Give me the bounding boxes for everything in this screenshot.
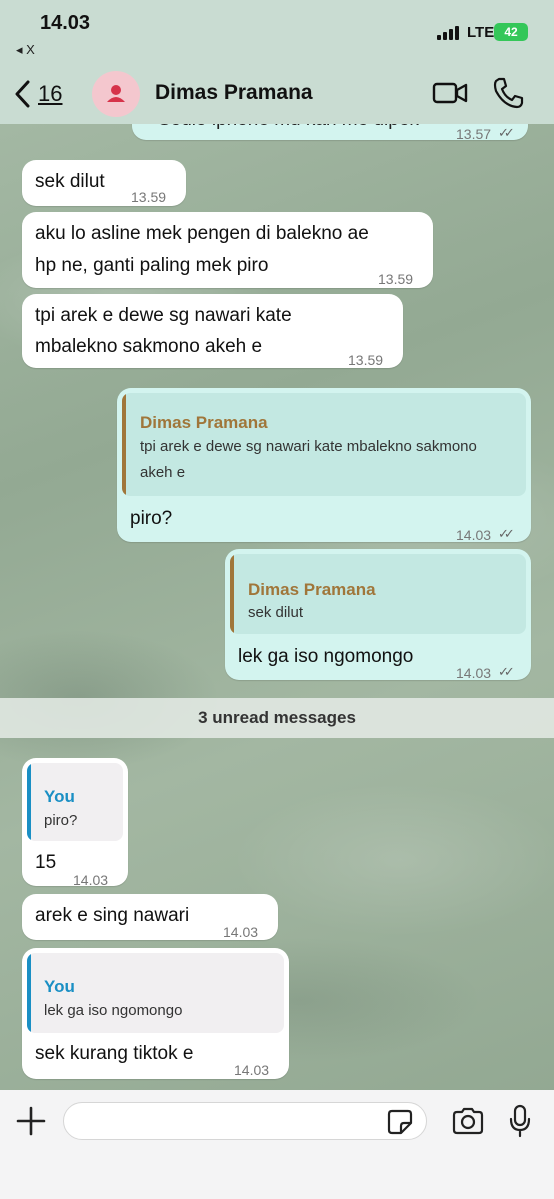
back-chevron-icon: [15, 80, 30, 108]
contact-name[interactable]: Dimas Pramana: [155, 81, 313, 105]
message-bubble-incoming[interactable]: You lek ga iso ngomongo sek kurang tikto…: [22, 948, 289, 1079]
message-time: 14.03: [234, 1062, 270, 1078]
unread-chats-count[interactable]: 16: [38, 81, 62, 107]
message-time: 14.03: [73, 872, 109, 888]
quote-text: akeh e: [140, 464, 186, 481]
message-text: aku lo asline mek pengen di balekno ae: [35, 223, 369, 244]
read-ticks-icon: ✓✓: [498, 526, 515, 541]
message-time: 14.03: [223, 924, 259, 940]
message-text: 15: [35, 852, 57, 873]
quote-text: lek ga iso ngomongo: [44, 1002, 183, 1019]
status-time: 14.03: [40, 12, 91, 34]
message-time: 13.59: [348, 352, 384, 368]
quote-text: tpi arek e dewe sg nawari kate mbalekno …: [140, 438, 477, 455]
message-text: tpi arek e dewe sg nawari kate: [35, 305, 292, 326]
message-bubble-incoming[interactable]: sek dilut 13.59: [22, 160, 186, 206]
message-text: lek ga iso ngomongo: [238, 646, 414, 667]
quoted-message[interactable]: Dimas Pramana tpi arek e dewe sg nawari …: [122, 393, 526, 496]
quoted-message[interactable]: You lek ga iso ngomongo: [27, 953, 284, 1033]
status-bar: 14.03 ◂ X LTE 42: [0, 0, 554, 64]
avatar[interactable]: [92, 71, 140, 117]
message-input[interactable]: [63, 1102, 427, 1140]
video-call-button[interactable]: [432, 78, 468, 108]
person-icon: [107, 85, 125, 102]
unread-messages-divider: 3 unread messages: [0, 698, 554, 738]
battery-indicator: 42: [494, 23, 528, 41]
back-to-app-link[interactable]: ◂ X: [16, 42, 35, 58]
message-time: 14.03: [456, 527, 492, 543]
voice-call-button[interactable]: [492, 76, 524, 110]
message-bubble-outgoing[interactable]: Dimas Pramana sek dilut lek ga iso ngomo…: [225, 549, 531, 681]
quoted-message[interactable]: Dimas Pramana sek dilut: [230, 554, 526, 634]
message-text: hp ne, ganti paling mek piro: [35, 255, 269, 276]
message-bubble-outgoing[interactable]: Dimas Pramana tpi arek e dewe sg nawari …: [117, 388, 531, 543]
message-bubble-incoming[interactable]: aku lo asline mek pengen di balekno ae h…: [22, 212, 433, 288]
quote-text: piro?: [44, 812, 78, 829]
message-text: arek e sing nawari: [35, 905, 190, 926]
quote-bar: [122, 393, 126, 496]
message-bubble-incoming[interactable]: tpi arek e dewe sg nawari kate mbalekno …: [22, 294, 403, 368]
camera-icon[interactable]: [451, 1106, 485, 1136]
message-text: sek kurang tiktok e: [35, 1043, 194, 1064]
quote-bar: [27, 953, 31, 1033]
microphone-icon[interactable]: [508, 1104, 532, 1138]
plus-icon[interactable]: [16, 1106, 46, 1136]
network-label: LTE: [467, 24, 495, 41]
quote-text: sek dilut: [248, 604, 304, 621]
quote-bar: [230, 554, 234, 634]
message-text: mbalekno sakmono akeh e: [35, 336, 263, 357]
quote-bar: [27, 763, 31, 841]
message-text: piro?: [130, 508, 173, 529]
message-text: sek dilut: [35, 171, 105, 192]
message-time: 13.59: [378, 271, 414, 287]
read-ticks-icon: ✓✓: [498, 664, 515, 679]
message-bubble-incoming[interactable]: You piro? 15 14.03: [22, 758, 128, 888]
message-time: 14.03: [456, 665, 492, 681]
message-bubble-incoming[interactable]: arek e sing nawari 14.03: [22, 894, 278, 940]
sticker-icon[interactable]: [387, 1109, 413, 1135]
quoted-message[interactable]: You piro?: [27, 763, 123, 841]
signal-icon: [437, 26, 459, 40]
message-time: 13.59: [131, 189, 167, 205]
